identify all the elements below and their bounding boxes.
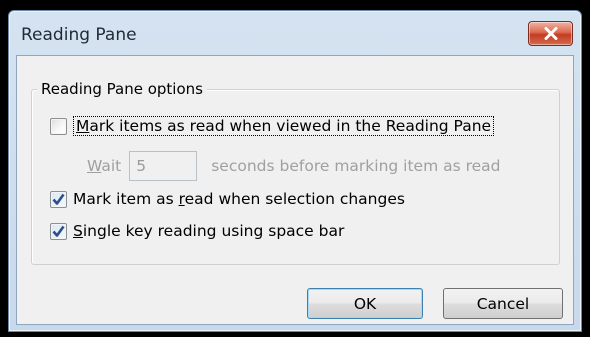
close-icon	[544, 27, 558, 40]
single-key-label: Single key reading using space bar	[73, 222, 345, 240]
wait-row: Wait seconds before marking item as read	[87, 151, 501, 181]
single-key-checkbox[interactable]	[50, 222, 67, 240]
mark-selection-option[interactable]: Mark item as read when selection changes	[50, 190, 405, 208]
mark-viewed-label: Mark items as read when viewed in the Re…	[73, 116, 495, 136]
wait-label: Wait	[87, 157, 122, 175]
mark-selection-checkbox[interactable]	[50, 190, 67, 208]
ok-button[interactable]: OK	[307, 288, 423, 319]
title-bar[interactable]: Reading Pane	[9, 11, 581, 55]
wait-seconds-input[interactable]	[129, 151, 198, 181]
dialog-window: Reading Pane Reading Pane options Mark i…	[8, 10, 582, 332]
mark-viewed-option[interactable]: Mark items as read when viewed in the Re…	[50, 116, 495, 136]
mark-selection-label: Mark item as read when selection changes	[73, 190, 405, 208]
single-key-option[interactable]: Single key reading using space bar	[50, 222, 344, 240]
mark-viewed-checkbox[interactable]	[50, 117, 67, 135]
wait-suffix: seconds before marking item as read	[211, 157, 501, 175]
close-button[interactable]	[528, 21, 573, 46]
check-icon	[52, 193, 65, 205]
check-icon	[52, 225, 65, 237]
group-legend: Reading Pane options	[37, 80, 207, 98]
window-title: Reading Pane	[21, 25, 137, 45]
dialog-body: Reading Pane options Mark items as read …	[16, 55, 574, 325]
cancel-button[interactable]: Cancel	[443, 288, 563, 319]
